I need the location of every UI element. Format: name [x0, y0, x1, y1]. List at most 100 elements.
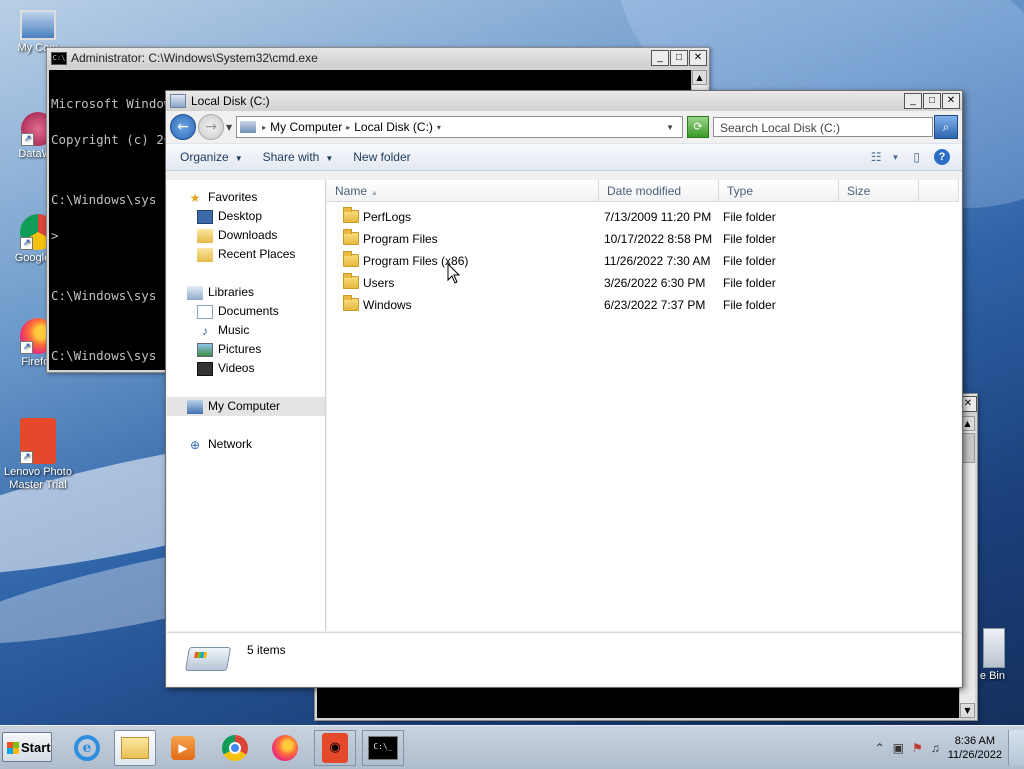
chevron-down-icon[interactable]: ▾: [437, 123, 441, 132]
share-with-button[interactable]: Share with ▼: [263, 150, 334, 164]
volume-icon[interactable]: ♫: [931, 741, 940, 755]
action-center-icon[interactable]: ⚑: [912, 741, 923, 755]
address-bar-row: ← → ▼ ▸ My Computer ▸ Local Disk (C:) ▾ …: [166, 111, 962, 143]
recycle-bin-icon: [983, 628, 1005, 668]
folder-icon: [343, 229, 359, 245]
start-button[interactable]: Start: [2, 732, 52, 762]
file-type: File folder: [723, 298, 776, 312]
file-name: Users: [363, 276, 395, 290]
nav-item-music[interactable]: ♪ Music: [197, 321, 249, 340]
taskbar-media-player[interactable]: ▶: [162, 730, 204, 766]
table-row[interactable]: Program Files (x86) 11/26/2022 7:30 AM F…: [327, 251, 961, 273]
cmd-icon: C:\: [51, 51, 67, 65]
file-type: File folder: [723, 276, 776, 290]
taskbar-firefox[interactable]: [264, 730, 306, 766]
column-header-date-modified[interactable]: Date modified: [599, 180, 719, 202]
taskbar-internet-explorer[interactable]: e: [66, 730, 108, 766]
nav-item-favorites[interactable]: ★ Favorites: [187, 188, 258, 207]
file-type: File folder: [723, 254, 776, 268]
shortcut-arrow-icon: ↗: [20, 237, 33, 250]
organize-label: Organize: [180, 150, 229, 164]
minimize-button[interactable]: _: [651, 50, 669, 66]
address-bar[interactable]: ▸ My Computer ▸ Local Disk (C:) ▾ ▼: [236, 116, 683, 138]
nav-item-videos[interactable]: Videos: [197, 359, 254, 378]
desktop-icon-lenovo-photo-master[interactable]: ↗ Lenovo Photo Master Trial: [0, 418, 76, 492]
nav-item-libraries[interactable]: Libraries: [187, 283, 254, 302]
nav-label: Recent Places: [218, 247, 296, 261]
breadcrumb-my-computer[interactable]: My Computer: [270, 120, 342, 134]
show-hidden-icons-icon[interactable]: ⌃: [875, 741, 885, 755]
recent-pages-dropdown[interactable]: ▼: [226, 123, 232, 132]
nav-item-desktop[interactable]: Desktop: [197, 207, 262, 226]
nav-label: Network: [208, 437, 253, 451]
table-row[interactable]: PerfLogs 7/13/2009 11:20 PM File folder: [327, 207, 961, 229]
table-row[interactable]: Windows 6/23/2022 7:37 PM File folder: [327, 295, 961, 317]
table-row[interactable]: Program Files 10/17/2022 8:58 PM File fo…: [327, 229, 961, 251]
close-button[interactable]: ✕: [942, 93, 960, 109]
hard-drive-icon: [184, 647, 232, 671]
scroll-up-arrow-icon[interactable]: ▲: [692, 70, 707, 85]
computer-icon: [240, 121, 257, 133]
search-icon[interactable]: ⌕: [934, 115, 958, 139]
chrome-icon: [222, 735, 248, 761]
desktop-icon: [197, 209, 213, 224]
preview-pane-icon[interactable]: ▯: [913, 150, 920, 164]
explorer-title-bar[interactable]: Local Disk (C:) _ □ ✕: [166, 91, 962, 111]
scroll-down-arrow-icon[interactable]: ▼: [960, 703, 975, 718]
refresh-button[interactable]: ⟳: [687, 116, 709, 138]
nav-item-network[interactable]: ⊕ Network: [187, 435, 252, 454]
view-options-icon[interactable]: ☷: [871, 150, 882, 164]
chevron-down-icon[interactable]: ▼: [891, 153, 899, 162]
organize-button[interactable]: Organize ▼: [180, 150, 243, 164]
search-input[interactable]: Search Local Disk (C:): [713, 117, 933, 137]
maximize-button[interactable]: □: [923, 93, 941, 109]
maximize-button[interactable]: □: [670, 50, 688, 66]
forward-button[interactable]: →: [198, 114, 224, 140]
computer-icon: [187, 399, 203, 414]
back-button[interactable]: ←: [170, 114, 196, 140]
file-name: PerfLogs: [363, 210, 412, 224]
taskbar-windows-explorer[interactable]: [114, 730, 156, 766]
taskbar-lenovo-photo-master[interactable]: ◉: [314, 730, 356, 766]
chevron-down-icon: ▼: [234, 154, 243, 163]
nav-item-recent-places[interactable]: Recent Places: [197, 245, 295, 264]
network-icon: ⊕: [189, 437, 201, 452]
minimize-button[interactable]: _: [904, 93, 922, 109]
help-icon[interactable]: ?: [934, 149, 950, 165]
show-desktop-button[interactable]: [1008, 730, 1024, 766]
column-header-name[interactable]: Name ▲: [327, 180, 599, 202]
nav-item-my-computer[interactable]: My Computer: [167, 397, 325, 416]
new-folder-button[interactable]: New folder: [353, 150, 410, 164]
nav-label: Libraries: [208, 285, 255, 299]
cmd-icon: C:\_: [368, 736, 398, 760]
nav-item-documents[interactable]: Documents: [197, 302, 279, 321]
network-icon[interactable]: ▣: [893, 741, 904, 755]
file-date: 3/26/2022 6:30 PM: [604, 276, 706, 290]
folder-icon: [343, 273, 359, 289]
downloads-folder-icon: [197, 228, 213, 243]
column-header-type[interactable]: Type: [719, 180, 839, 202]
taskbar-chrome[interactable]: [214, 730, 256, 766]
nav-item-downloads[interactable]: Downloads: [197, 226, 277, 245]
column-header-spacer: [919, 180, 959, 202]
address-dropdown-icon[interactable]: ▼: [666, 123, 674, 132]
file-list[interactable]: Name ▲ Date modified Type Size PerfLogs 7…: [327, 180, 961, 631]
cmd-window-title: Administrator: C:\Windows\System32\cmd.e…: [71, 51, 318, 65]
table-row[interactable]: Users 3/26/2022 6:30 PM File folder: [327, 273, 961, 295]
shortcut-arrow-icon: ↗: [20, 451, 33, 464]
start-label: Start: [21, 740, 51, 755]
breadcrumb-local-disk[interactable]: Local Disk (C:): [354, 120, 433, 134]
clock[interactable]: 8:36 AM 11/26/2022: [948, 734, 1002, 762]
chevron-right-icon[interactable]: ▸: [346, 123, 350, 132]
column-header-size[interactable]: Size: [839, 180, 919, 202]
navigation-pane: ★ Favorites Desktop Downloads Recent Pla…: [167, 180, 326, 631]
chevron-right-icon[interactable]: ▸: [262, 123, 266, 132]
close-button[interactable]: ✕: [689, 50, 707, 66]
explorer-window[interactable]: Local Disk (C:) _ □ ✕ ← → ▼ ▸ My Compute…: [165, 90, 963, 688]
taskbar-cmd[interactable]: C:\_: [362, 730, 404, 766]
cmd-title-bar[interactable]: C:\ Administrator: C:\Windows\System32\c…: [47, 48, 709, 68]
file-name: Windows: [363, 298, 412, 312]
lenovo-photo-master-icon: ◉: [322, 733, 348, 763]
folder-icon: [343, 207, 359, 223]
nav-item-pictures[interactable]: Pictures: [197, 340, 261, 359]
